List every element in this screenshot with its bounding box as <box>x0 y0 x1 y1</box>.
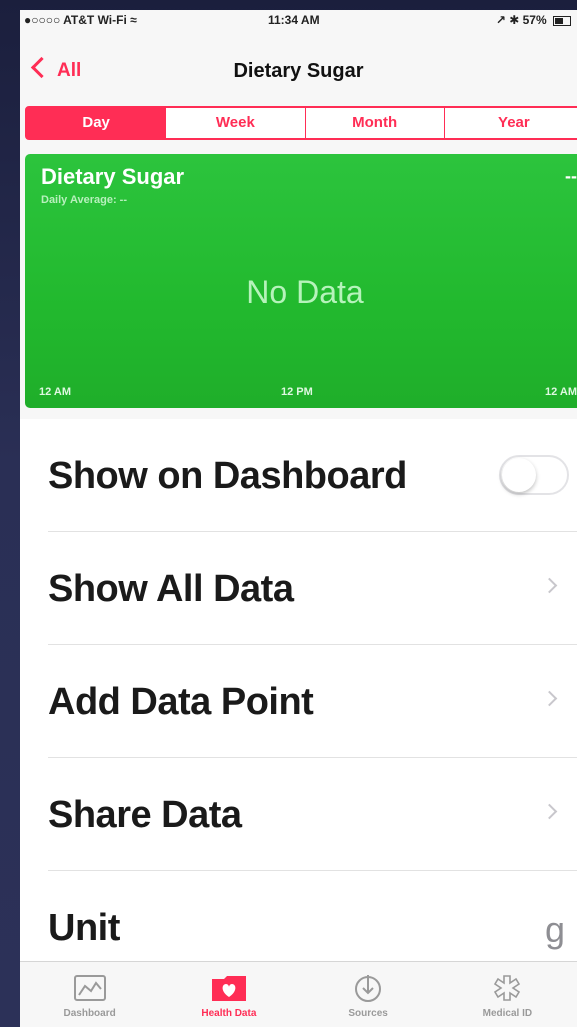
battery-percent: ↗ ✱ 57% <box>495 13 547 27</box>
chevron-right-icon <box>541 803 558 820</box>
status-right: ↗ ✱ 57% <box>496 13 571 27</box>
page-title: Dietary Sugar <box>233 60 364 82</box>
segment-month[interactable]: Month <box>304 108 444 138</box>
toggle-knob <box>502 458 536 492</box>
tab-health-data-label: Health Data <box>201 1008 257 1019</box>
battery-icon <box>553 15 571 26</box>
x-tick-end: 12 AM <box>545 386 577 398</box>
add-data-point-label: Add Data Point <box>48 681 314 723</box>
chart-empty-message: No Data <box>246 274 364 310</box>
tab-health-data[interactable]: Health Data <box>159 962 298 1027</box>
phone-screen: ●○○○○ AT&T Wi-Fi ≈ 11:34 AM ↗ ✱ 57% All … <box>20 10 577 1027</box>
add-data-point-row[interactable]: Add Data Point <box>48 645 577 758</box>
tab-bar: Dashboard Health Data Sources Medical ID <box>20 961 577 1027</box>
x-tick-mid: 12 PM <box>281 386 313 398</box>
tab-medical-id[interactable]: Medical ID <box>438 962 577 1027</box>
x-tick-start: 12 AM <box>39 386 71 398</box>
sources-icon <box>299 968 438 1008</box>
tab-medical-id-label: Medical ID <box>482 1008 533 1019</box>
status-time: 11:34 AM <box>268 13 320 27</box>
tab-sources[interactable]: Sources <box>299 962 438 1027</box>
carrier-label: ●○○○○ AT&T Wi-Fi ≈ <box>24 13 137 27</box>
segment-year[interactable]: Year <box>443 108 577 138</box>
chevron-right-icon <box>541 577 558 594</box>
show-on-dashboard-row: Show on Dashboard <box>48 419 577 532</box>
show-all-data-row[interactable]: Show All Data <box>48 532 577 645</box>
unit-value: g <box>544 909 565 950</box>
medical-id-icon <box>438 968 577 1008</box>
navigation-bar: All Dietary Sugar <box>20 30 577 106</box>
chart-subtitle: Daily Average: -- <box>41 194 127 206</box>
share-data-row[interactable]: Share Data <box>48 758 577 871</box>
tab-sources-label: Sources <box>348 1008 388 1019</box>
segment-day[interactable]: Day <box>27 108 166 138</box>
chart-current-value: -- <box>565 166 577 186</box>
unit-label: Unit <box>48 907 120 949</box>
segment-week[interactable]: Week <box>165 108 304 138</box>
chevron-right-icon <box>541 690 558 707</box>
sugar-chart: Dietary Sugar Daily Average: -- -- No Da… <box>25 154 577 408</box>
share-data-label: Share Data <box>48 794 242 836</box>
show-on-dashboard-toggle[interactable] <box>499 455 569 495</box>
tab-dashboard-label: Dashboard <box>63 1008 116 1019</box>
chart-title: Dietary Sugar <box>41 164 185 189</box>
options-list: Show on Dashboard Show All Data Add Data… <box>20 419 577 984</box>
health-data-icon <box>159 968 298 1008</box>
dashboard-icon <box>20 968 159 1008</box>
time-range-segmented-control: Day Week Month Year <box>25 106 577 140</box>
status-bar: ●○○○○ AT&T Wi-Fi ≈ 11:34 AM ↗ ✱ 57% <box>20 10 577 30</box>
show-on-dashboard-label: Show on Dashboard <box>48 455 407 497</box>
show-all-data-label: Show All Data <box>48 568 294 610</box>
tab-dashboard[interactable]: Dashboard <box>20 962 159 1027</box>
